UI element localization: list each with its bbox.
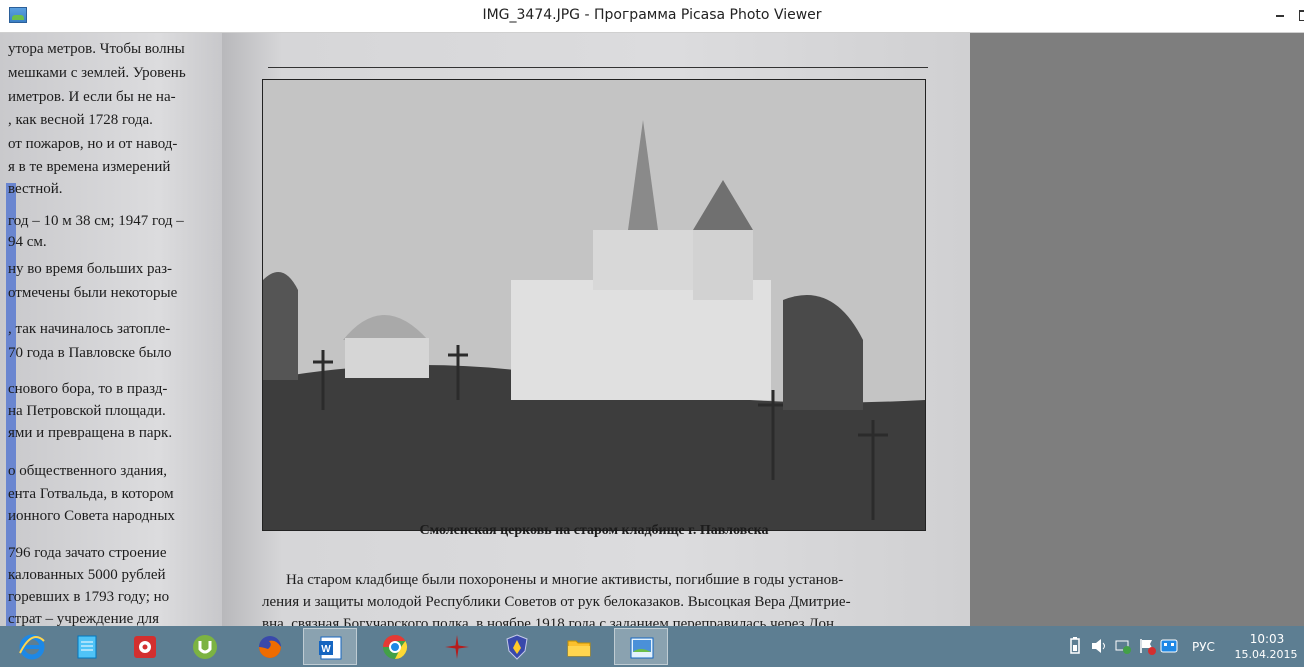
figure-caption: Смоленская церковь на старом кладбище г.… [419,523,769,538]
network-icon[interactable] [1114,637,1132,655]
battery-icon[interactable] [1066,637,1084,655]
text-line: страт – учреждение для [8,611,160,626]
text-line: от пожаров, но и от навод- [8,136,178,152]
chrome-icon [383,635,408,659]
text-line: ну во время больших раз- [8,261,173,277]
game-cross-icon [445,635,469,659]
internet-explorer-icon [19,634,45,660]
text-line: 94 см. [8,234,47,250]
page-separator-line [268,67,928,68]
taskbar-utorrent[interactable] [178,628,232,665]
text-line: горевших в 1793 году; но [8,589,170,605]
text-line: , так начиналось затопле- [8,321,171,337]
minimize-icon[interactable] [1270,4,1292,26]
taskbar-daemon-tools[interactable] [118,628,172,665]
taskbar-internet-explorer[interactable] [5,628,59,665]
taskbar-shield-app[interactable] [490,628,544,665]
volume-icon[interactable] [1090,637,1108,655]
text-line: 70 года в Павловске было [8,345,172,361]
text-line: 796 года зачато строение [8,545,167,561]
text-line: о общественного здания, [8,463,168,479]
photo-viewer-image[interactable]: утора метров. Чтобы волны мешками с земл… [0,33,1304,626]
firefox-icon [259,636,281,658]
taskbar-picasa-viewer[interactable] [614,628,668,665]
taskbar-firefox[interactable] [243,628,297,665]
shield-icon [506,634,528,660]
maximize-icon[interactable] [1293,4,1304,26]
text-line: год – 10 м 38 см; 1947 год – [8,213,184,229]
text-line: на Петровской площади. [8,403,166,419]
title-bar: IMG_3474.JPG - Программа Picasa Photo Vi… [0,0,1304,33]
window-title: IMG_3474.JPG - Программа Picasa Photo Vi… [482,7,822,23]
picasa-viewer-icon [630,637,654,659]
text-line: я в те времена измерений [8,159,171,175]
text-line: , как весной 1728 года. [8,112,153,128]
text-line: калованных 5000 рублей [8,567,166,583]
text-line: мешками с землей. Уровень [8,65,186,81]
text-line: ями и превращена в парк. [8,425,173,441]
text-line: На старом кладбище были похоронены и мно… [286,572,844,588]
text-line: иметров. И если бы не на- [8,89,176,105]
text-line: ления и защиты молодой Республики Совето… [262,594,851,610]
taskbar-explorer[interactable] [552,628,606,665]
language-indicator[interactable]: РУС [1192,640,1215,654]
church-illustration [263,80,925,530]
clock-date[interactable]: 15.04.2015 [1228,648,1304,661]
keyboard-app-icon[interactable] [1160,637,1178,655]
utorrent-icon [193,635,217,659]
text-line: вестной. [8,181,63,197]
svg-text:W: W [321,644,331,655]
clock-time[interactable]: 10:03 [1232,632,1302,646]
text-line: вна, связная Богучарского полка, в ноябр… [262,616,835,626]
word-icon: W [319,636,342,660]
text-line: отмечены были некоторые [8,285,178,301]
text-line: снового бора, то в празд- [8,381,168,397]
text-line: утора метров. Чтобы волны [8,41,185,57]
photo-background [970,33,1304,626]
flag-alert-icon[interactable] [1138,637,1156,655]
text-line: ионного Совета народных [8,508,175,524]
taskbar-word[interactable]: W [303,628,357,665]
taskbar-chrome[interactable] [368,628,422,665]
daemon-tools-icon [134,636,156,658]
taskbar: W РУС 10:03 15.04.2015 [0,626,1304,667]
notepad-icon [77,635,97,659]
taskbar-notepad[interactable] [60,628,114,665]
taskbar-game[interactable] [430,628,484,665]
text-line: ента Готвальда, в котором [8,486,174,502]
church-photograph [262,79,926,531]
folder-icon [567,640,591,657]
left-page-text: утора метров. Чтобы волны мешками с земл… [0,33,220,626]
